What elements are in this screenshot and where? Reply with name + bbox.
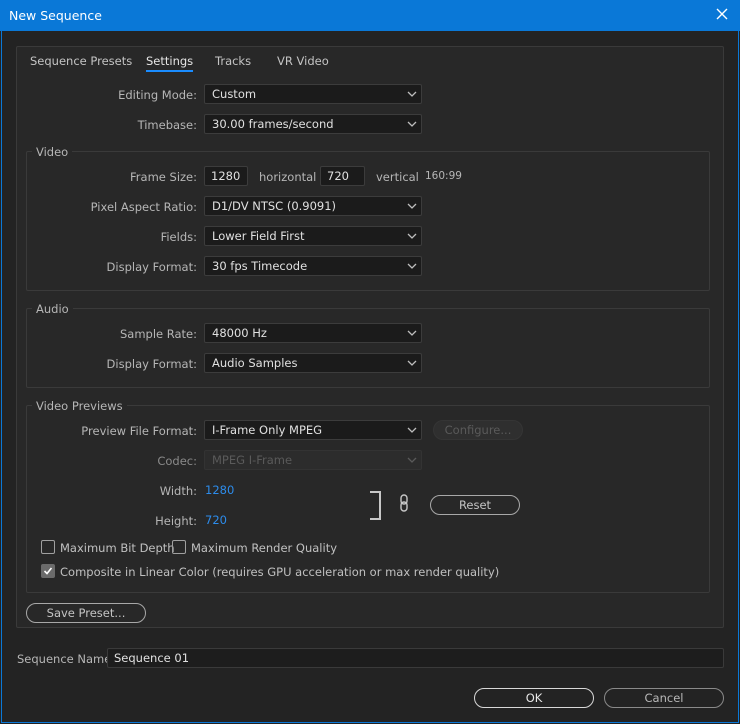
fields-value: Lower Field First (212, 229, 305, 243)
chevron-down-icon (407, 233, 417, 239)
title-bar: New Sequence (0, 0, 740, 31)
editing-mode-dropdown[interactable]: Custom (204, 84, 422, 104)
max-bit-depth-label: Maximum Bit Depth (60, 541, 175, 555)
link-bracket (370, 491, 381, 520)
audio-group (26, 308, 710, 388)
tab-tracks[interactable]: Tracks (215, 54, 251, 68)
composite-linear-label: Composite in Linear Color (requires GPU … (60, 565, 500, 579)
ok-button[interactable]: OK (474, 688, 594, 708)
timebase-dropdown[interactable]: 30.00 frames/second (204, 114, 422, 134)
checkmark-icon (43, 567, 53, 575)
preview-height-value[interactable]: 720 (205, 513, 227, 527)
audio-display-format-value: Audio Samples (212, 356, 298, 370)
window-title: New Sequence (9, 8, 102, 23)
height-label: Height: (155, 514, 197, 528)
editing-mode-label: Editing Mode: (118, 88, 197, 102)
frame-size-label: Frame Size: (130, 170, 197, 184)
sample-rate-dropdown[interactable]: 48000 Hz (204, 323, 422, 343)
preview-file-format-label: Preview File Format: (81, 424, 197, 438)
editing-mode-value: Custom (212, 87, 257, 101)
preview-file-format-dropdown[interactable]: I-Frame Only MPEG (204, 420, 422, 440)
max-render-quality-label: Maximum Render Quality (191, 541, 338, 555)
chevron-down-icon (407, 263, 417, 269)
pixel-aspect-ratio-dropdown[interactable]: D1/DV NTSC (0.9091) (204, 196, 422, 216)
max-bit-depth-checkbox[interactable] (41, 540, 55, 554)
pixel-aspect-ratio-label: Pixel Aspect Ratio: (90, 200, 197, 214)
pixel-aspect-ratio-value: D1/DV NTSC (0.9091) (212, 199, 337, 213)
video-display-format-dropdown[interactable]: 30 fps Timecode (204, 256, 422, 276)
video-previews-group-title: Video Previews (32, 399, 127, 413)
composite-linear-checkbox[interactable] (41, 564, 55, 578)
vertical-label: vertical (376, 170, 419, 184)
timebase-label: Timebase: (137, 118, 197, 132)
sample-rate-label: Sample Rate: (119, 327, 197, 341)
video-group-title: Video (32, 145, 73, 159)
sequence-name-label: Sequence Name: (17, 652, 116, 666)
timebase-value: 30.00 frames/second (212, 117, 334, 131)
codec-value: MPEG I-Frame (212, 453, 293, 467)
sequence-name-input[interactable]: Sequence 01 (107, 648, 724, 668)
video-display-format-value: 30 fps Timecode (212, 259, 308, 273)
codec-label: Codec: (157, 454, 197, 468)
preview-file-format-value: I-Frame Only MPEG (212, 423, 323, 437)
chevron-down-icon (407, 330, 417, 336)
chain-link-icon[interactable] (398, 494, 410, 515)
tab-settings[interactable]: Settings (146, 54, 194, 72)
configure-button[interactable]: Configure... (433, 420, 523, 440)
fields-label: Fields: (160, 230, 197, 244)
horizontal-label: horizontal (259, 170, 317, 184)
chevron-down-icon (407, 427, 417, 433)
reset-button[interactable]: Reset (430, 495, 520, 515)
chevron-down-icon (407, 121, 417, 127)
frame-width-field[interactable]: 1280 (204, 166, 248, 186)
tab-vr-video[interactable]: VR Video (277, 54, 329, 68)
max-render-quality-checkbox[interactable] (172, 540, 186, 554)
preview-width-value[interactable]: 1280 (205, 483, 234, 497)
tab-sequence-presets[interactable]: Sequence Presets (30, 54, 132, 68)
audio-display-format-dropdown[interactable]: Audio Samples (204, 353, 422, 373)
close-icon[interactable] (710, 4, 734, 26)
width-label: Width: (159, 484, 197, 498)
chevron-down-icon (407, 360, 417, 366)
codec-dropdown[interactable]: MPEG I-Frame (204, 450, 422, 470)
audio-group-title: Audio (32, 302, 73, 316)
save-preset-button[interactable]: Save Preset... (26, 603, 146, 623)
frame-height-field[interactable]: 720 (320, 166, 365, 186)
chevron-down-icon (407, 457, 417, 463)
fields-dropdown[interactable]: Lower Field First (204, 226, 422, 246)
audio-display-format-label: Display Format: (106, 357, 197, 371)
aspect-ratio-readout: 160:99 (425, 170, 462, 182)
cancel-button[interactable]: Cancel (604, 688, 724, 708)
video-display-format-label: Display Format: (106, 260, 197, 274)
chevron-down-icon (407, 91, 417, 97)
sample-rate-value: 48000 Hz (212, 326, 267, 340)
chevron-down-icon (407, 203, 417, 209)
